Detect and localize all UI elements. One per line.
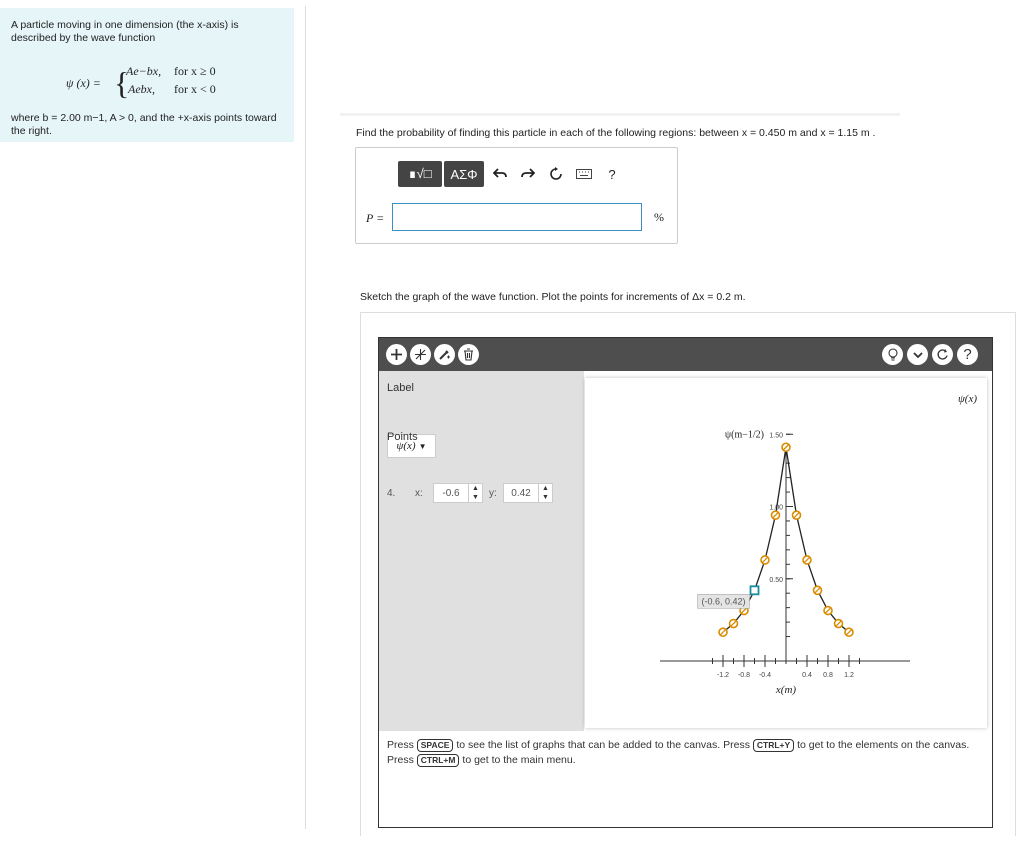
y-label: y: [489,487,497,499]
case1-expr: Ae−bx, [126,64,162,78]
key-space: SPACE [416,739,454,752]
templates-button[interactable]: ∎√□ [398,161,442,187]
reset-icon[interactable] [542,161,570,187]
undo-icon[interactable] [486,161,514,187]
math-toolbar: ∎√□ ΑΣΦ ? [398,161,626,187]
problem-intro: A particle moving in one dimension (the … [11,19,239,44]
x-input[interactable]: -0.6 [433,483,469,503]
case2-cond: for x < 0 [174,82,216,96]
selected-point-label: (-0.6, 0.42) [701,596,745,606]
add-line-icon[interactable] [410,344,431,365]
keyboard-icon[interactable] [570,161,598,187]
y-tick-label: 0.50 [769,577,783,584]
y-input[interactable]: 0.42 [503,483,539,503]
case1-cond: for x ≥ 0 [174,64,216,78]
y-axis-label: ψ(m−1/2) [725,429,764,440]
y-stepper[interactable]: ▲ ▼ [539,483,553,503]
key-ctrl-m: CTRL+M [416,754,460,767]
x-tick-label: 0.4 [802,672,812,679]
add-point-icon[interactable] [386,344,407,365]
x-tick-label: 0.8 [823,672,833,679]
key-ctrl-y: CTRL+Y [752,739,795,752]
trash-icon[interactable] [458,344,479,365]
graph-left-panel: Label ψ(x) ▼ Points 4. x: -0.6 ▲ ▼ y: 0.4… [379,371,584,731]
label-heading: Label [387,382,414,394]
edit-icon[interactable] [434,344,455,365]
unit-label: % [654,210,664,224]
chevron-down-icon: ▼ [418,441,427,451]
symbols-button[interactable]: ΑΣΦ [444,161,484,187]
help-part4: to get to the main menu. [462,754,576,766]
hint-icon[interactable] [882,344,903,365]
case2-expr: Aebx, [128,82,155,96]
x-stepper[interactable]: ▲ ▼ [469,483,483,503]
help-part2: to see the list of graphs that can be ad… [456,739,750,751]
x-axis-label: x(m) [775,684,796,696]
legend-label: ψ(x) [958,393,977,405]
chevron-down-icon[interactable] [907,344,928,365]
redo-icon[interactable] [514,161,542,187]
x-tick-label: 1.2 [844,672,854,679]
equation-lhs: ψ (x) = [66,76,101,90]
graph-help-icon[interactable]: ? [957,344,978,365]
reset-graph-icon[interactable] [932,344,953,365]
wave-function-chart[interactable]: -1.2 -0.8 -0.4 0.4 0.8 1.20.501.001.50x(m)ψ(m… [585,378,987,728]
problem-statement: A particle moving in one dimension (the … [0,8,294,142]
section-divider [340,113,900,116]
problem-where: where b = 2.00 m−1, A > 0, and the +x-ax… [11,112,277,137]
keyboard-help: Press SPACE to see the list of graphs th… [387,738,977,768]
x-label: x: [415,487,423,499]
question-text: Find the probability of finding this par… [356,127,876,139]
help-button[interactable]: ? [598,161,626,187]
point-row: 4. x: -0.6 ▲ ▼ y: 0.42 ▲ ▼ [387,483,553,503]
selected-point [749,585,760,596]
graph-toolbar: ? [379,338,992,371]
x-tick-label: -0.8 [738,672,750,679]
sketch-instruction: Sketch the graph of the wave function. P… [360,291,746,303]
plot-area[interactable]: -1.2 -0.8 -0.4 0.4 0.8 1.2 0.50 1.00 1.50 x(m) ψ(m… [585,378,987,728]
graphing-tool: ? Label ψ(x) ▼ Points 4. x: -0.6 ▲ ▼ y: 0… [378,337,993,828]
x-tick-label: -1.2 [717,672,729,679]
help-part1: Press [387,739,414,751]
point-index: 4. [387,487,396,499]
x-tick-label: -0.4 [759,672,771,679]
probability-label: P = [366,211,385,225]
answer-box: ∎√□ ΑΣΦ ? P = % [355,147,678,244]
points-heading: Points [387,431,418,443]
y-tick-label: 1.50 [769,432,783,439]
probability-input[interactable] [392,203,642,231]
column-divider [305,6,306,829]
